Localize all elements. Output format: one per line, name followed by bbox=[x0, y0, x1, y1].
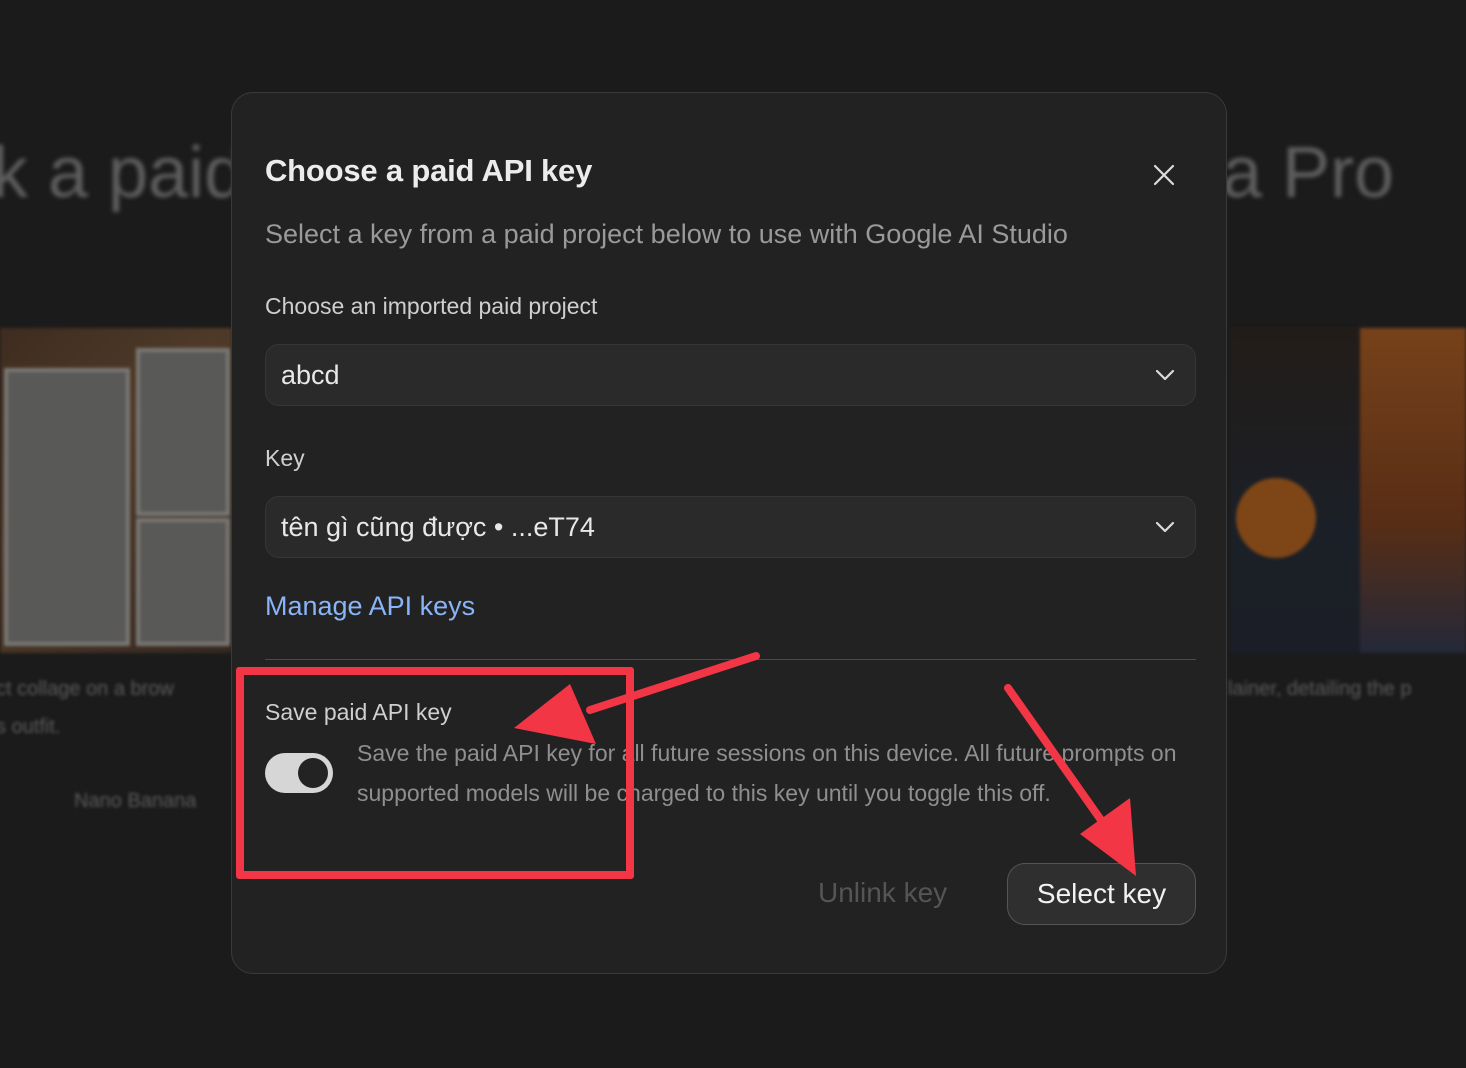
annotation-arrow-down bbox=[1004, 684, 1136, 876]
annotation-arrows bbox=[514, 652, 1136, 876]
annotation-arrow-left bbox=[514, 652, 760, 744]
